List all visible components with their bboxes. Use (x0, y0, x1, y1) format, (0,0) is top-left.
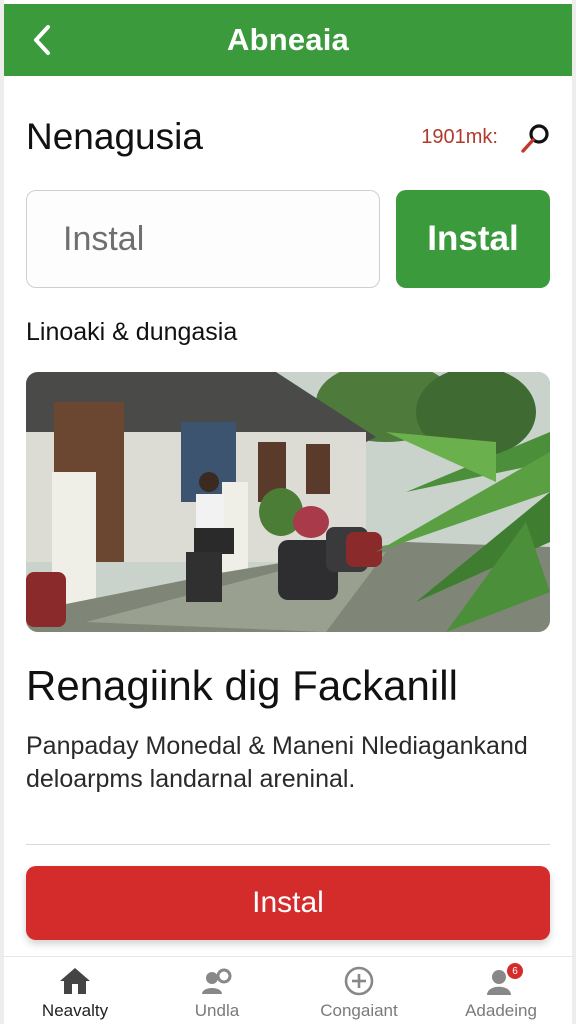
article-body: Panpaday Monedal & Maneni Nlediagankand … (26, 732, 528, 793)
bottom-navigation: Neavalty Undla Congaiant 6 Adadeing (4, 956, 572, 1024)
top-app-bar: Abneaia (4, 4, 572, 76)
nav-item-add[interactable]: Congaiant (288, 957, 430, 1024)
article-title: Renagiink dig Fackanill (26, 662, 458, 709)
nav-item-home[interactable]: Neavalty (4, 957, 146, 1024)
search-button[interactable] (516, 118, 556, 158)
search-input[interactable] (26, 190, 380, 288)
plus-circle-icon (341, 965, 377, 997)
notification-badge: 6 (507, 963, 523, 979)
install-button[interactable]: Instal (396, 190, 550, 288)
article-photo (26, 372, 550, 632)
nav-label: Neavalty (41, 1001, 109, 1020)
nav-label: Undla (194, 1001, 240, 1020)
photo-image (26, 372, 550, 632)
nav-label: Congaiant (320, 1001, 398, 1020)
primary-action-button[interactable]: Instal (26, 866, 550, 940)
section-meta: 1901mk: (421, 126, 498, 148)
nav-label: Adadeing (465, 1001, 537, 1020)
profile-icon: 6 (483, 963, 523, 997)
page-title: Abneaia (227, 22, 349, 57)
divider (26, 844, 550, 845)
subheading: Linoaki & dungasia (26, 318, 238, 346)
chevron-left-icon (34, 25, 50, 55)
search-icon (521, 124, 549, 153)
section-header: Nenagusia 1901mk: (26, 112, 556, 162)
nav-item-users[interactable]: Undla (146, 957, 288, 1024)
back-button[interactable] (22, 20, 62, 60)
user-search-icon (199, 965, 235, 997)
nav-item-profile[interactable]: 6 Adadeing (430, 957, 572, 1024)
app-screen: Abneaia Nenagusia 1901mk: Instal Linoaki… (0, 0, 576, 1024)
section-title: Nenagusia (26, 116, 203, 157)
home-icon (57, 965, 93, 997)
